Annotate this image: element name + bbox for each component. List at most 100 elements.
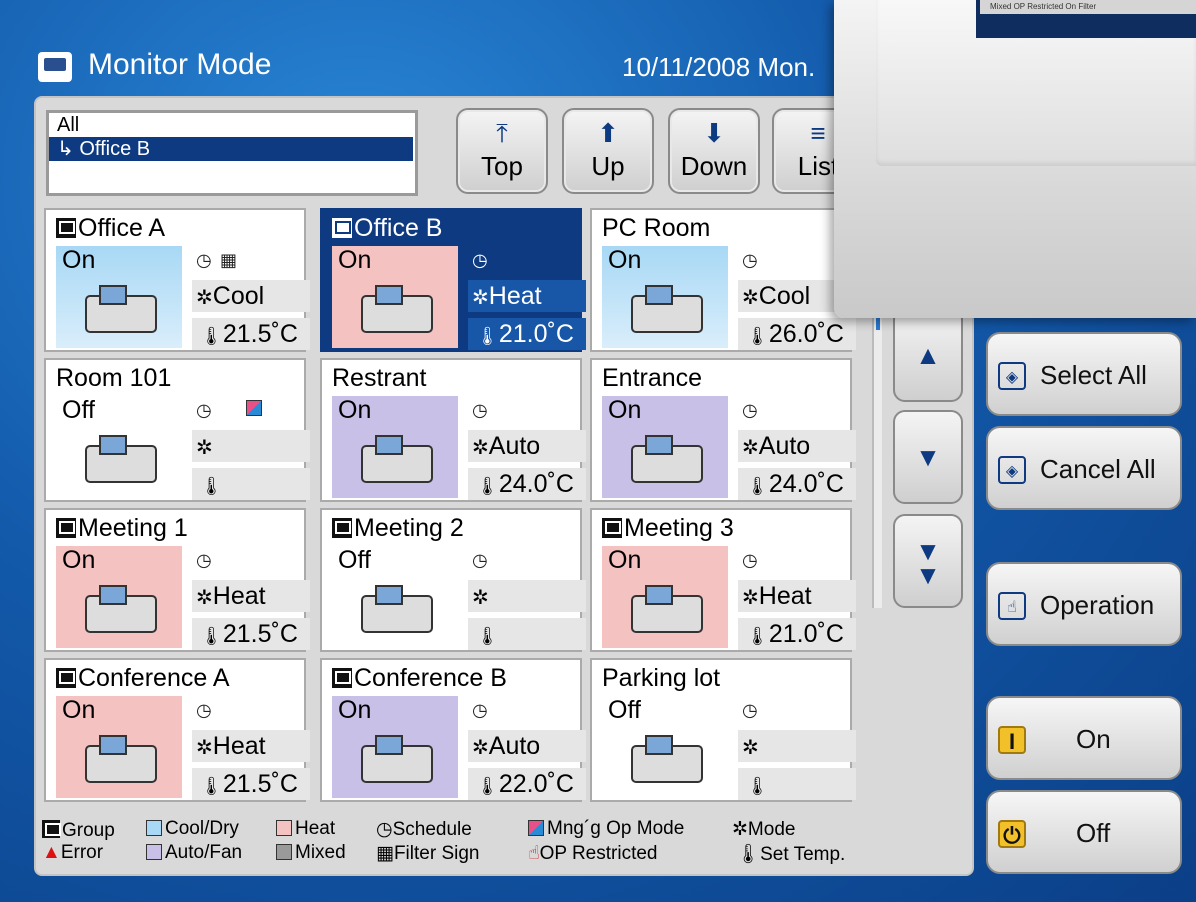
- schedule-icon: ◷: [196, 700, 212, 720]
- scroll-down-button[interactable]: ▼: [893, 410, 963, 504]
- unit-cell[interactable]: Entrance On ◷ ✲Auto 🌡︎24.0˚C: [590, 358, 856, 502]
- mode-display: ✲Auto: [468, 730, 586, 762]
- thermometer-icon: 🌡︎: [200, 626, 223, 646]
- tree-item-selected[interactable]: ↳ Office B: [49, 137, 413, 161]
- schedule-icon: ◷: [196, 550, 212, 570]
- unit-name: Room 101: [56, 364, 172, 392]
- group-icon: [332, 518, 352, 538]
- temperature-display: 🌡︎21.5˚C: [192, 618, 310, 650]
- mode-icon: ✲: [472, 287, 489, 309]
- temperature-display: 🌡︎26.0˚C: [738, 318, 856, 350]
- temperature-display: 🌡︎21.0˚C: [738, 618, 856, 650]
- room-illustration: [85, 285, 157, 333]
- down-arrow-icon: ⬇: [703, 118, 725, 148]
- schedule-icon: ◷: [742, 400, 758, 420]
- top-arrow-icon: ⤒: [496, 118, 508, 148]
- up-button[interactable]: ⬆ Up: [562, 108, 654, 194]
- mode-display: ✲: [192, 430, 310, 462]
- mode-icon: ✲: [742, 287, 759, 309]
- operation-button[interactable]: ☝ Operation: [986, 562, 1182, 646]
- unit-status-panel: On: [602, 396, 728, 498]
- temperature-display: 🌡︎21.0˚C: [468, 318, 586, 350]
- unit-cell[interactable]: Parking lot Off ◷ ✲ 🌡︎: [590, 658, 856, 802]
- thermometer-icon: 🌡︎: [476, 326, 499, 346]
- cancel-all-button[interactable]: ◈ Cancel All: [986, 426, 1182, 510]
- mode-icon: ✲: [472, 737, 489, 759]
- top-label: Top: [481, 151, 523, 181]
- thermometer-icon: 🌡︎: [746, 776, 769, 796]
- schedule-icon: ◷: [742, 550, 758, 570]
- filter-icon: ▦: [220, 250, 238, 270]
- operation-icon: ☝: [998, 592, 1026, 620]
- mode-display: ✲Auto: [738, 430, 856, 462]
- group-icon: [56, 668, 76, 688]
- temperature-display: 🌡︎21.5˚C: [192, 318, 310, 350]
- on-button[interactable]: I On: [986, 696, 1182, 780]
- unit-cell[interactable]: Office A On ◷ ▦ ✲Cool 🌡︎21.5˚C: [44, 208, 310, 352]
- bezel-strip: Mixed OP Restricted On Filter: [980, 0, 1196, 14]
- schedule-icon: ◷: [472, 250, 488, 270]
- bezel-inner: Mixed OP Restricted On Filter: [876, 0, 1196, 166]
- unit-status-panel: On: [602, 246, 728, 348]
- legend-filter-sign: ▦Filter Sign: [376, 843, 480, 864]
- scroll-thumb[interactable]: [876, 318, 880, 330]
- unit-name: Entrance: [602, 364, 703, 392]
- legend-group: Group: [42, 818, 115, 842]
- thermometer-icon: 🌡︎: [200, 776, 223, 796]
- unit-cell[interactable]: Restrant On ◷ ✲Auto 🌡︎24.0˚C: [320, 358, 586, 502]
- thermometer-icon: 🌡︎: [746, 626, 769, 646]
- temperature-display: 🌡︎24.0˚C: [468, 468, 586, 500]
- date-display: 10/11/2008 Mon.: [622, 52, 816, 82]
- triangle-down-icon: ▼: [915, 442, 941, 472]
- schedule-icon: ◷: [376, 819, 393, 840]
- unit-cell[interactable]: Conference B On ◷ ✲Auto 🌡︎22.0˚C: [320, 658, 586, 802]
- thermometer-icon: 🌡︎: [200, 326, 223, 346]
- unit-status-panel: Off: [56, 396, 182, 498]
- thermometer-icon: 🌡︎: [746, 476, 769, 496]
- unit-cell[interactable]: Conference A On ◷ ✲Heat 🌡︎21.5˚C: [44, 658, 310, 802]
- group-icon: [602, 518, 622, 538]
- unit-status-panel: On: [56, 246, 182, 348]
- scroll-bottom-button[interactable]: ▼ ▼: [893, 514, 963, 608]
- op-restricted-icon: ☝: [528, 843, 540, 864]
- bezel-screen: Mixed OP Restricted On Filter: [976, 0, 1196, 38]
- select-all-icon: ◈: [998, 362, 1026, 390]
- unit-name: Office B: [332, 214, 442, 243]
- temperature-display: 🌡︎24.0˚C: [738, 468, 856, 500]
- unit-cell[interactable]: Meeting 1 On ◷ ✲Heat 🌡︎21.5˚C: [44, 508, 310, 652]
- mode-icon: ✲: [732, 819, 748, 840]
- scroll-up-button[interactable]: ▲: [893, 308, 963, 402]
- unit-cell[interactable]: Meeting 2 Off ◷ ✲ 🌡︎: [320, 508, 586, 652]
- thermometer-icon: 🌡︎: [476, 776, 499, 796]
- unit-status-panel: On: [56, 546, 182, 648]
- thermometer-icon: 🌡︎: [736, 844, 761, 865]
- unit-cell[interactable]: Meeting 3 On ◷ ✲Heat 🌡︎21.0˚C: [590, 508, 856, 652]
- legend-mixed: Mixed: [276, 842, 346, 864]
- unit-name: Meeting 1: [56, 514, 188, 543]
- room-illustration: [85, 435, 157, 483]
- schedule-icon: ◷: [472, 550, 488, 570]
- thermometer-icon: 🌡︎: [476, 626, 499, 646]
- mode-icon: ✲: [742, 737, 759, 759]
- room-illustration: [85, 735, 157, 783]
- off-button[interactable]: ⏻ Off: [986, 790, 1182, 874]
- unit-status-panel: On: [332, 696, 458, 798]
- monitor-screen: Monitor Mode 10/11/2008 Mon. All ↳ Offic…: [0, 0, 1196, 902]
- temperature-display: 🌡︎: [468, 618, 586, 650]
- schedule-icon: ◷: [472, 400, 488, 420]
- mode-icon: ✲: [196, 287, 213, 309]
- unit-name: Conference B: [332, 664, 507, 693]
- top-button[interactable]: ⤒ Top: [456, 108, 548, 194]
- group-tree[interactable]: All ↳ Office B: [46, 110, 418, 196]
- unit-cell[interactable]: Room 101 Off ◷ ✲ 🌡︎: [44, 358, 310, 502]
- schedule-icon: ◷: [196, 400, 212, 420]
- select-all-button[interactable]: ◈ Select All: [986, 332, 1182, 416]
- unit-cell[interactable]: Office B On ◷ ✲Heat 🌡︎21.0˚C: [320, 208, 586, 352]
- unit-cell[interactable]: PC Room On ◷ ✲Cool 🌡︎26.0˚C: [590, 208, 856, 352]
- off-label: Off: [1076, 818, 1111, 848]
- down-button[interactable]: ⬇ Down: [668, 108, 760, 194]
- unit-status-panel: On: [332, 246, 458, 348]
- tree-item-all[interactable]: All: [49, 113, 415, 137]
- up-arrow-icon: ⬆: [597, 118, 619, 148]
- scrollbar[interactable]: [872, 312, 882, 608]
